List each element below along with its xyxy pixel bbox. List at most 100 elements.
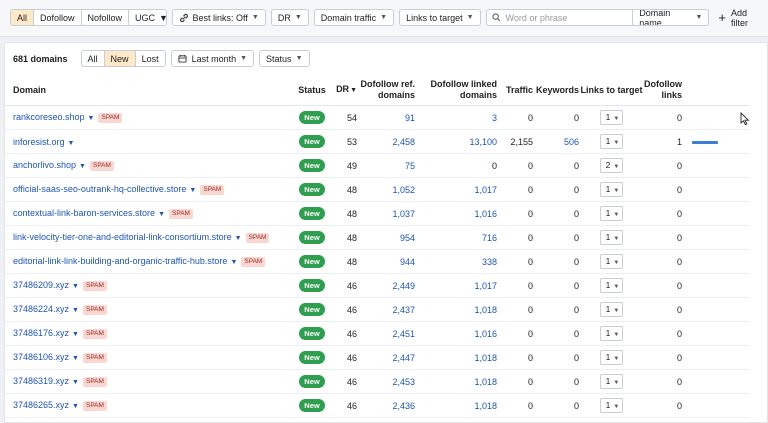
dofollow-linked-domains-value[interactable]: 716: [482, 233, 497, 243]
dofollow-ref-domains-link[interactable]: 954: [400, 233, 415, 243]
links-to-target-dropdown[interactable]: 1▼: [599, 182, 624, 197]
tab-new[interactable]: New: [104, 51, 136, 66]
link-type-nofollow[interactable]: Nofollow: [82, 10, 130, 25]
dofollow-ref-domains-cell: 944: [357, 249, 419, 274]
col-dofollow-linked-domains[interactable]: Dofollow linked domains: [419, 75, 500, 106]
keywords-cell: 0: [533, 153, 579, 178]
search-scope-select[interactable]: Domain name ▼: [633, 10, 708, 25]
col-dofollow-ref-domains[interactable]: Dofollow ref. domains: [357, 75, 419, 106]
dofollow-ref-domains-link[interactable]: 2,449: [392, 281, 415, 291]
dofollow-ref-domains-link[interactable]: 2,453: [392, 377, 415, 387]
dr-filter-button[interactable]: DR ▼: [270, 9, 309, 26]
domain-link[interactable]: editorial-link-link-building-and-organic…: [13, 256, 227, 266]
domain-link[interactable]: contextual-link-baron-services.store: [13, 208, 155, 218]
dofollow-ref-domains-link[interactable]: 2,447: [392, 353, 415, 363]
col-dofollow-links[interactable]: Dofollow links: [644, 75, 684, 106]
dofollow-ref-domains-link[interactable]: 944: [400, 257, 415, 267]
domain-link[interactable]: official-saas-seo-outrank-hq-collective.…: [13, 184, 186, 194]
dofollow-ref-domains-link[interactable]: 1,052: [392, 185, 415, 195]
col-traffic[interactable]: Traffic: [500, 75, 533, 106]
caret-down-icon[interactable]: ▼: [79, 163, 86, 170]
keywords-value[interactable]: 506: [564, 137, 579, 147]
links-to-target-value: 1: [605, 184, 611, 194]
links-to-target-dropdown[interactable]: 2 ▼: [599, 158, 624, 173]
caret-down-icon[interactable]: ▼: [88, 115, 95, 122]
dofollow-linked-domains-value[interactable]: 1,017: [474, 281, 497, 291]
dofollow-linked-domains-value[interactable]: 1,017: [474, 185, 497, 195]
caret-down-icon[interactable]: ▼: [72, 403, 79, 410]
dofollow-linked-domains-value[interactable]: 1,016: [474, 209, 497, 219]
caret-down-icon[interactable]: ▼: [72, 379, 79, 386]
period-select[interactable]: Last month ▼: [170, 50, 255, 67]
domain-link[interactable]: anchorlivo.shop: [13, 160, 76, 170]
links-to-target-dropdown[interactable]: 1▼: [599, 374, 624, 389]
dofollow-linked-domains-value[interactable]: 1,018: [474, 377, 497, 387]
search-input[interactable]: Word or phrase: [487, 10, 634, 25]
dr-cell: 48: [329, 177, 357, 202]
dofollow-ref-domains-link[interactable]: 2,451: [392, 329, 415, 339]
links-to-target-dropdown[interactable]: 1▼: [599, 350, 624, 365]
domain-link[interactable]: 37486176.xyz: [13, 328, 69, 338]
tab-lost[interactable]: Lost: [136, 51, 165, 66]
dofollow-ref-domains-link[interactable]: 2,436: [392, 401, 415, 411]
links-to-target-dropdown[interactable]: 1▼: [599, 302, 624, 317]
dofollow-linked-domains-value[interactable]: 13,100: [469, 137, 497, 147]
links-to-target-dropdown[interactable]: 1▼: [599, 110, 624, 125]
dofollow-linked-domains-value[interactable]: 1,016: [474, 329, 497, 339]
table-row: 37486265.xyz ▼ SPAM New 46 2,436 1,018 0 0 1 ▼ 0: [5, 393, 750, 418]
col-domain[interactable]: Domain: [5, 75, 295, 106]
dofollow-bar-cell: [684, 345, 750, 370]
links-to-target-dropdown[interactable]: 1▼: [599, 278, 624, 293]
caret-down-icon[interactable]: ▼: [158, 211, 165, 218]
links-to-target-value: 2: [605, 160, 611, 170]
dofollow-linked-domains-value[interactable]: 1,018: [474, 353, 497, 363]
dofollow-ref-domains-link[interactable]: 75: [405, 161, 415, 171]
domain-link[interactable]: 37486265.xyz: [13, 400, 69, 410]
col-links-to-target[interactable]: Links to target: [579, 75, 644, 106]
caret-down-icon[interactable]: ▼: [72, 307, 79, 314]
caret-down-icon[interactable]: ▼: [72, 331, 79, 338]
dofollow-ref-domains-link[interactable]: 1,037: [392, 209, 415, 219]
chevron-down-icon: ▼: [613, 404, 620, 410]
domain-link[interactable]: 37486319.xyz: [13, 376, 69, 386]
link-type-ugc[interactable]: UGC▼: [129, 10, 165, 25]
link-type-all[interactable]: All: [11, 10, 35, 25]
domain-link[interactable]: 37486106.xyz: [13, 352, 69, 362]
tab-all[interactable]: All: [82, 51, 105, 66]
links-to-target-dropdown[interactable]: 1▼: [599, 230, 624, 245]
col-status[interactable]: Status: [295, 75, 329, 106]
dofollow-ref-domains-link[interactable]: 91: [405, 113, 415, 123]
links-to-target-dropdown[interactable]: 1▼: [599, 206, 624, 221]
caret-down-icon[interactable]: ▼: [230, 259, 237, 266]
links-to-target-dropdown[interactable]: 1▼: [599, 326, 624, 341]
add-filter-button[interactable]: + Add filter: [714, 8, 768, 28]
caret-down-icon[interactable]: ▼: [235, 235, 242, 242]
domain-link[interactable]: 37486224.xyz: [13, 304, 69, 314]
domain-link[interactable]: inforesist.org: [13, 137, 65, 147]
caret-down-icon[interactable]: ▼: [72, 355, 79, 362]
dofollow-linked-domains-cell: 1,018: [419, 345, 500, 370]
domain-link[interactable]: link-velocity-tier-one-and-editorial-lin…: [13, 232, 232, 242]
caret-down-icon[interactable]: ▼: [72, 283, 79, 290]
caret-down-icon[interactable]: ▼: [189, 187, 196, 194]
links-to-target-dropdown[interactable]: 1▼: [599, 398, 624, 413]
dofollow-linked-domains-value[interactable]: 338: [482, 257, 497, 267]
dofollow-ref-domains-link[interactable]: 2,458: [392, 137, 415, 147]
dofollow-ref-domains-cell: 91: [357, 105, 419, 130]
domain-traffic-filter-button[interactable]: Domain traffic ▼: [313, 9, 395, 26]
domain-link[interactable]: rankcoreseo.shop: [13, 112, 85, 122]
dofollow-linked-domains-value[interactable]: 1,018: [474, 401, 497, 411]
dofollow-ref-domains-link[interactable]: 2,437: [392, 305, 415, 315]
col-keywords[interactable]: Keywords: [533, 75, 579, 106]
links-to-target-filter-button[interactable]: Links to target ▼: [399, 9, 481, 26]
domain-link[interactable]: 37486209.xyz: [13, 280, 69, 290]
col-dr[interactable]: DR▼: [329, 75, 357, 106]
links-to-target-dropdown[interactable]: 1▼: [599, 134, 624, 149]
status-filter-button[interactable]: Status ▼: [259, 50, 310, 67]
dofollow-linked-domains-value[interactable]: 3: [492, 113, 497, 123]
dofollow-linked-domains-value[interactable]: 1,018: [474, 305, 497, 315]
links-to-target-dropdown[interactable]: 1▼: [599, 254, 624, 269]
best-links-button[interactable]: Best links: Off ▼: [171, 9, 266, 26]
link-type-dofollow[interactable]: Dofollow: [34, 10, 82, 25]
caret-down-icon[interactable]: ▼: [68, 140, 75, 147]
